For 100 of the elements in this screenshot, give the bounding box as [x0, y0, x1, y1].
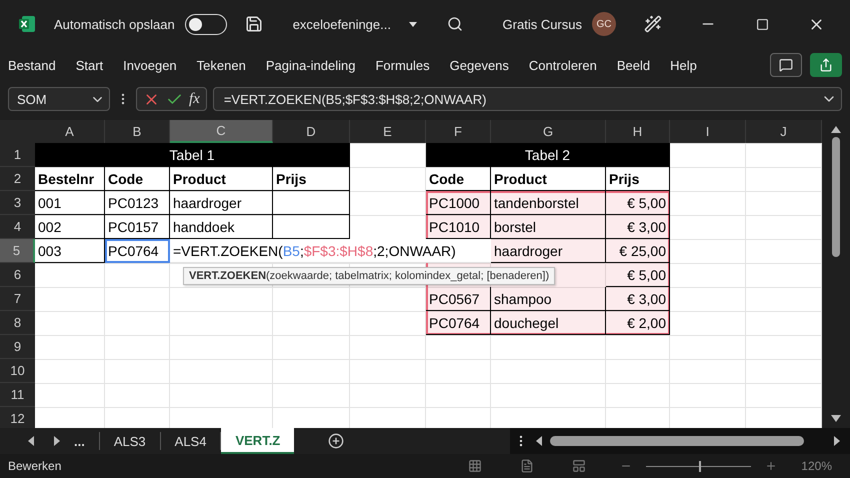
zoom-level[interactable]: 120% [801, 459, 832, 473]
table-cell: 002 [35, 215, 105, 239]
zoom-in-icon[interactable] [765, 460, 778, 472]
table-header: Code [426, 167, 491, 191]
account-name[interactable]: Gratis Cursus [502, 16, 582, 32]
menu-tab[interactable]: Start [76, 58, 114, 72]
page-layout-icon[interactable] [520, 459, 534, 473]
sheet-tab[interactable]: VERT.Z [221, 428, 294, 454]
formula-field[interactable]: =VERT.ZOEKEN(B5;$F$3:$H$8;2;ONWAAR) [212, 87, 842, 111]
table-cell: 001 [35, 191, 105, 215]
table-cell: € 3,00 [606, 215, 670, 239]
menu-tab[interactable]: Pagina-indeling [266, 58, 366, 72]
more-sheets-button[interactable]: ... [74, 432, 100, 450]
table-header: Product [170, 167, 273, 191]
table-title: Tabel 1 [35, 143, 350, 167]
table-cell: € 2,00 [606, 311, 670, 335]
menu-tab[interactable]: Bestand [8, 58, 66, 72]
column-header[interactable]: D [273, 120, 350, 143]
table-header: Product [491, 167, 606, 191]
row-header[interactable]: 2 [0, 167, 35, 191]
table-cell: shampoo [491, 287, 606, 311]
table-header: Prijs [273, 167, 350, 191]
comment-icon [779, 58, 793, 72]
menu-tab[interactable]: Gegevens [450, 58, 519, 72]
dropdown-icon[interactable] [408, 22, 417, 26]
row-header[interactable]: 7 [0, 287, 35, 311]
table-cell: PC0157 [105, 215, 170, 239]
page-break-icon[interactable] [572, 459, 586, 473]
empty-table-cell[interactable] [273, 191, 350, 215]
row-header[interactable]: 4 [0, 215, 35, 239]
menu-tab[interactable]: Invoegen [123, 58, 187, 72]
scroll-right-icon[interactable] [834, 436, 840, 446]
vertical-scrollbar[interactable] [832, 137, 840, 257]
table-cell: haardroger [170, 191, 273, 215]
column-header[interactable]: E [350, 120, 426, 143]
name-box[interactable]: SOM [8, 87, 110, 111]
normal-view-icon[interactable] [468, 459, 482, 473]
table-header: Prijs [606, 167, 670, 191]
table-cell: € 5,00 [606, 263, 670, 287]
maximize-icon[interactable] [756, 18, 768, 30]
column-header[interactable]: G [491, 120, 606, 143]
status-mode: Bewerken [8, 459, 62, 473]
autosave-label: Automatisch opslaan [54, 16, 175, 32]
sheet-tab[interactable]: ALS3 [100, 432, 161, 450]
cell-formula[interactable]: =VERT.ZOEKEN(B5;$F$3:$H$8;2;ONWAAR) [170, 239, 491, 263]
previous-sheet-icon[interactable] [28, 436, 34, 446]
table-header: Code [105, 167, 170, 191]
user-avatar[interactable]: GC [592, 12, 616, 36]
zoom-slider[interactable] [698, 460, 701, 472]
function-tooltip: VERT.ZOEKEN(zoekwaarde; tabelmatrix; kolomindex_getal; [benaderen]) [183, 267, 556, 285]
table-cell: PC0123 [105, 191, 170, 215]
share-button[interactable] [810, 53, 842, 77]
table-cell: tandenborstel [491, 191, 606, 215]
row-header[interactable]: 10 [0, 359, 35, 383]
table-cell: borstel [491, 215, 606, 239]
column-header[interactable]: H [606, 120, 670, 143]
row-header[interactable]: 6 [0, 263, 35, 287]
table-cell: PC1000 [426, 191, 491, 215]
column-header[interactable]: A [35, 120, 105, 143]
table-cell: PC0764 [426, 311, 491, 335]
table-cell: haardroger [491, 239, 606, 263]
column-header[interactable]: F [426, 120, 491, 143]
table-cell: € 25,00 [606, 239, 670, 263]
row-header[interactable]: 8 [0, 311, 35, 335]
comments-button[interactable] [770, 53, 802, 77]
row-header[interactable]: 1 [0, 143, 35, 167]
spreadsheet-app-icon [18, 15, 36, 33]
next-sheet-icon[interactable] [54, 436, 60, 446]
table-title: Tabel 2 [426, 143, 670, 167]
column-header[interactable]: I [670, 120, 746, 143]
scroll-left-icon[interactable] [536, 436, 542, 446]
save-icon[interactable] [244, 15, 263, 33]
table-cell: PC1010 [426, 215, 491, 239]
table-cell: € 3,00 [606, 287, 670, 311]
insert-function-button[interactable]: fx [189, 90, 200, 108]
share-icon [819, 58, 833, 72]
row-header[interactable]: 3 [0, 191, 35, 215]
row-header[interactable]: 11 [0, 383, 35, 407]
column-header[interactable]: J [746, 120, 822, 143]
column-header[interactable]: B [105, 120, 170, 143]
table-header: Bestelnr [35, 167, 105, 191]
menu-tab[interactable]: Beeld [616, 58, 660, 72]
table-cell: douchegel [491, 311, 606, 335]
column-header[interactable]: C [170, 120, 273, 143]
add-sheet-icon[interactable] [328, 433, 344, 449]
horizontal-scrollbar[interactable] [550, 436, 804, 446]
table-cell: PC0567 [426, 287, 491, 311]
autosave-toggle[interactable] [184, 14, 227, 34]
file-name[interactable]: exceloefeninge... [292, 16, 391, 32]
menu-tab[interactable]: Controleren [528, 58, 607, 72]
search-icon[interactable] [446, 16, 463, 32]
wand-icon[interactable] [644, 15, 662, 33]
menu-tab[interactable]: Tekenen [196, 58, 256, 72]
table-cell: 003 [35, 239, 105, 263]
table-cell: € 5,00 [606, 191, 670, 215]
menu-tab[interactable]: Formules [375, 58, 440, 72]
row-header[interactable]: 9 [0, 335, 35, 359]
menu-tab[interactable]: Help [670, 58, 707, 72]
row-header[interactable]: 5 [0, 239, 35, 263]
row-header[interactable]: 12 [0, 407, 35, 428]
